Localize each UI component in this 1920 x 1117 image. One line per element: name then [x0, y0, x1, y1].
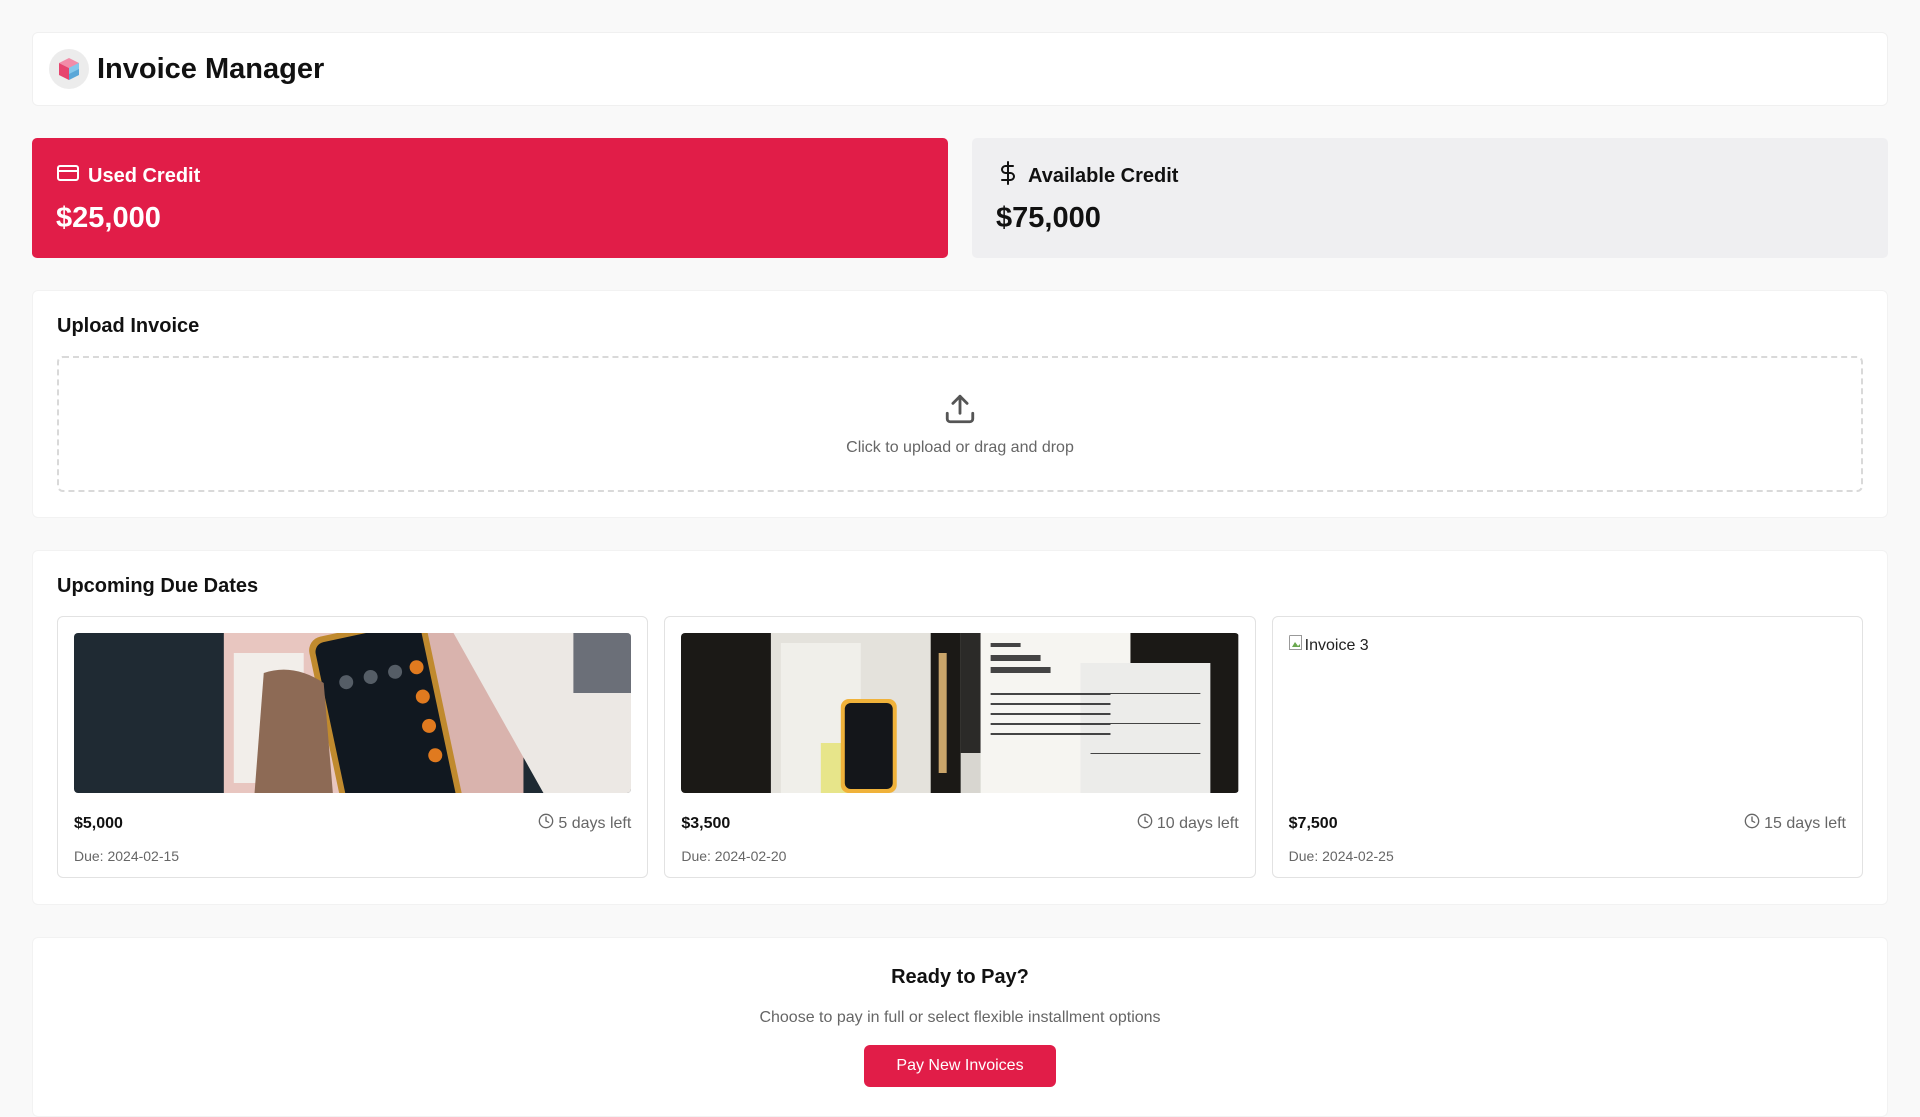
- used-credit-label: Used Credit: [88, 164, 201, 187]
- clock-icon: [1744, 813, 1760, 834]
- payment-section: Ready to Pay? Choose to pay in full or s…: [32, 937, 1888, 1117]
- days-left: 15 days left: [1744, 813, 1846, 834]
- clock-icon: [538, 813, 554, 834]
- days-left-text: 5 days left: [558, 814, 632, 832]
- invoice-image: Invoice 3: [1288, 633, 1846, 793]
- due-title: Upcoming Due Dates: [57, 575, 259, 597]
- days-left: 5 days left: [538, 813, 631, 834]
- due-date: Due: 2024-02-20: [681, 848, 787, 864]
- available-credit-label: Available Credit: [1028, 164, 1179, 187]
- invoice-card[interactable]: Invoice 3 $7,500 15 days left Due: 2024-…: [1271, 616, 1863, 878]
- upload-prompt: Click to upload or drag and drop: [846, 438, 1074, 456]
- credit-card-icon: [56, 161, 80, 191]
- days-left-text: 15 days left: [1764, 814, 1846, 832]
- due-date: Due: 2024-02-15: [74, 848, 180, 864]
- upload-title: Upload Invoice: [57, 315, 200, 337]
- page: Invoice Manager Used Credit $25,000 Avai…: [32, 32, 1888, 1117]
- available-credit-amount: $75,000: [996, 202, 1101, 234]
- upcoming-due-section: Upcoming Due Dates $5,000 5 days left Du…: [32, 550, 1888, 905]
- invoice-amount: $7,500: [1288, 814, 1338, 832]
- used-credit-card: Used Credit $25,000: [32, 138, 948, 258]
- cube-logo-icon: [49, 49, 89, 89]
- pay-subtitle: Choose to pay in full or select flexible…: [759, 1009, 1161, 1026]
- broken-image-alt: Invoice 3: [1288, 635, 1369, 656]
- upload-icon: [943, 392, 977, 431]
- due-list: $5,000 5 days left Due: 2024-02-15 $3,50…: [57, 616, 1863, 878]
- upload-dropzone[interactable]: Click to upload or drag and drop: [57, 356, 1863, 492]
- broken-image-icon: [1288, 635, 1303, 656]
- upload-invoice-section: Upload Invoice Click to upload or drag a…: [32, 290, 1888, 518]
- days-left-text: 10 days left: [1156, 814, 1239, 832]
- invoice-card[interactable]: $3,500 10 days left Due: 2024-02-20: [664, 616, 1256, 878]
- invoice-amount: $5,000: [74, 814, 123, 832]
- available-credit-card: Available Credit $75,000: [972, 138, 1888, 258]
- due-date: Due: 2024-02-25: [1288, 848, 1394, 864]
- clock-icon: [1137, 813, 1153, 834]
- invoice-image: [681, 633, 1239, 793]
- pay-new-invoices-button[interactable]: Pay New Invoices: [864, 1045, 1056, 1087]
- pay-title: Ready to Pay?: [891, 966, 1029, 988]
- dollar-sign-icon: [996, 161, 1020, 191]
- invoice-card[interactable]: $5,000 5 days left Due: 2024-02-15: [57, 616, 649, 878]
- invoice-amount: $3,500: [681, 814, 731, 832]
- credit-summary: Used Credit $25,000 Available Credit $75…: [32, 138, 1888, 258]
- app-header: Invoice Manager: [32, 32, 1888, 106]
- days-left: 10 days left: [1137, 813, 1239, 834]
- invoice-image: [74, 633, 632, 793]
- used-credit-amount: $25,000: [56, 202, 161, 234]
- app-title: Invoice Manager: [97, 52, 325, 85]
